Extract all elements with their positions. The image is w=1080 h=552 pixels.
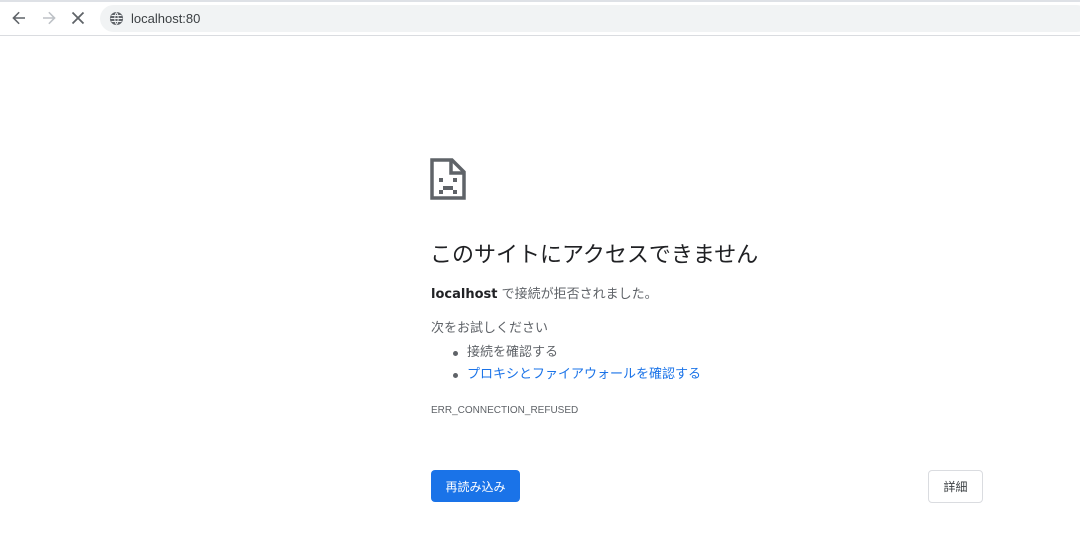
back-button[interactable] xyxy=(7,6,31,30)
sad-page-icon xyxy=(430,158,466,200)
forward-button[interactable] xyxy=(37,6,61,30)
suggestion-check-connection: 接続を確認する xyxy=(467,345,559,360)
suggestion-proxy-firewall-link[interactable]: プロキシとファイアウォールを確認する xyxy=(467,366,701,384)
globe-icon[interactable] xyxy=(109,11,124,26)
bullet-icon xyxy=(453,372,458,378)
suggestions-title: 次をお試しください xyxy=(431,321,549,336)
bullet-icon xyxy=(453,350,458,356)
browser-toolbar: localhost:80 xyxy=(0,0,1080,36)
error-code: ERR_CONNECTION_REFUSED xyxy=(431,405,579,416)
error-message: localhost で接続が拒否されました。 xyxy=(431,286,658,304)
arrow-right-icon xyxy=(43,11,56,25)
url-text[interactable]: localhost:80 xyxy=(131,11,200,26)
reload-button[interactable]: 再読み込み xyxy=(431,470,520,502)
details-button-label: 詳細 xyxy=(943,480,968,494)
address-bar[interactable]: localhost:80 xyxy=(100,5,1080,32)
arrow-left-icon xyxy=(12,11,25,25)
host-name: localhost xyxy=(431,287,498,302)
suggestion-item: プロキシとファイアウォールを確認する xyxy=(453,366,701,384)
close-icon xyxy=(71,11,85,25)
error-message-text: で接続が拒否されました。 xyxy=(497,287,658,302)
stop-loading-button[interactable] xyxy=(66,6,90,30)
suggestion-item: 接続を確認する xyxy=(453,344,558,362)
page-title: このサイトにアクセスできません xyxy=(430,243,759,268)
details-button[interactable]: 詳細 xyxy=(928,470,983,503)
tabstrip-edge xyxy=(0,0,1080,2)
